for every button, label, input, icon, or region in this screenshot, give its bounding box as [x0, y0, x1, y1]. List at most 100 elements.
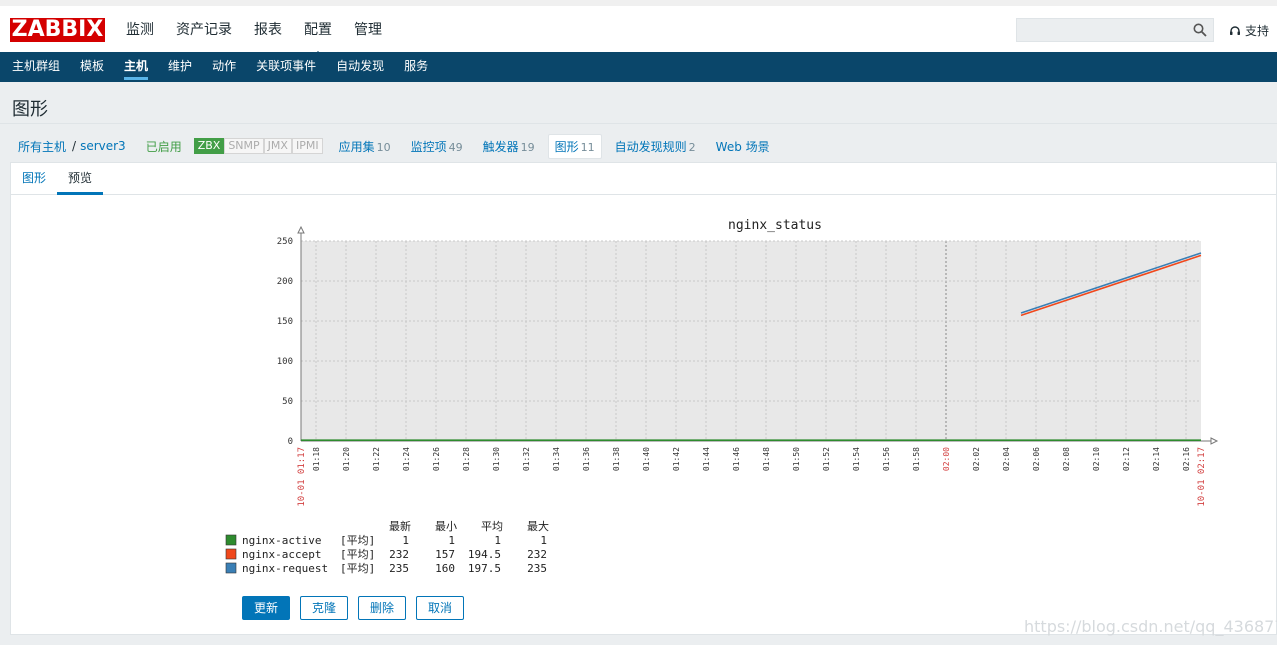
y-tick-label: 0	[288, 437, 293, 447]
delete-button[interactable]: 删除	[358, 596, 407, 620]
menu-configuration[interactable]: 配置	[296, 16, 340, 58]
legend-value: 232	[389, 548, 409, 561]
x-tick-label: 01:30	[492, 447, 501, 471]
host-applications[interactable]: 应用集 10	[339, 138, 391, 155]
tab-bar: 图形 预览	[11, 163, 1277, 195]
submenu-discovery[interactable]: 自动发现	[326, 52, 394, 80]
menu-inventory[interactable]: 资产记录	[168, 16, 240, 44]
support-label: 支持	[1245, 24, 1270, 38]
sub-menu: 主机群组 模板 主机 维护 动作 关联项事件 自动发现 服务	[0, 52, 1277, 80]
submenu-hosts[interactable]: 主机	[114, 52, 158, 80]
legend-value: 157	[435, 548, 455, 561]
host-status[interactable]: 已启用	[146, 138, 182, 155]
submenu-templates[interactable]: 模板	[70, 52, 114, 80]
update-button[interactable]: 更新	[242, 596, 291, 620]
menu-reports[interactable]: 报表	[246, 16, 290, 44]
legend-value: 1	[494, 534, 501, 547]
legend-value: 160	[435, 562, 455, 575]
chart-title: nginx_status	[728, 218, 822, 233]
x-tick-label: 01:28	[462, 447, 471, 471]
content-panel: 图形 预览 nginx_status 01:18 01:20 01:22 01:24 01…	[10, 162, 1277, 635]
y-axis-arrow	[297, 225, 305, 234]
host-web-scenarios[interactable]: Web 场景	[716, 138, 772, 155]
badge-jmx: JMX	[263, 138, 292, 154]
clone-button[interactable]: 克隆	[300, 596, 349, 620]
host-discovery-rules[interactable]: 自动发现规则 2	[615, 138, 696, 155]
x-end-label: 10-01 02:17	[1197, 447, 1207, 507]
legend-func: [平均]	[340, 548, 375, 561]
x-tick-label: 01:22	[372, 447, 381, 471]
availability-badges: ZBX SNMP JMX IPMI	[193, 138, 323, 154]
graph-preview: nginx_status 01:18 01:20 01:22 01:24 01:26 01:…	[225, 218, 1219, 575]
submenu-correlation[interactable]: 关联项事件	[246, 52, 326, 80]
x-tick-label: 01:42	[672, 447, 681, 471]
x-tick-label: 01:32	[522, 447, 531, 471]
legend-value: 194.5	[468, 548, 501, 561]
legend-swatch	[225, 548, 237, 560]
zabbix-logo[interactable]: ZABBIX	[10, 18, 105, 42]
host-graphs[interactable]: 图形 11	[547, 133, 602, 159]
search-icon[interactable]	[1193, 23, 1207, 37]
legend-value: 197.5	[468, 562, 501, 575]
x-start-label: 10-01 01:17	[297, 447, 307, 507]
legend-value: 1	[448, 534, 455, 547]
legend-value: 235	[389, 562, 409, 575]
legend-name: nginx-active	[242, 534, 321, 547]
legend-header: 最小	[435, 520, 457, 533]
search-input[interactable]	[1017, 19, 1189, 41]
legend-swatch	[225, 562, 237, 574]
x-tick-label: 02:04	[1002, 447, 1011, 471]
legend-value: 232	[527, 548, 547, 561]
menu-monitoring[interactable]: 监测	[118, 16, 162, 44]
host-items[interactable]: 监控项 49	[411, 138, 463, 155]
x-tick-label: 01:40	[642, 447, 651, 471]
x-tick-label: 01:36	[582, 447, 591, 471]
legend-func: [平均]	[340, 562, 375, 575]
x-tick-label: 02:02	[972, 447, 981, 471]
submenu-host-groups[interactable]: 主机群组	[2, 52, 70, 80]
legend-header: 最大	[527, 519, 549, 533]
x-tick-label: 01:52	[822, 447, 831, 471]
legend-header: 平均	[481, 520, 503, 533]
badge-ipmi: IPMI	[291, 138, 323, 154]
sub-navigation: 主机群组 模板 主机 维护 动作 关联项事件 自动发现 服务	[0, 52, 1277, 82]
x-tick-label: 01:38	[612, 447, 621, 471]
search-box	[1016, 18, 1214, 42]
legend-name: nginx-accept	[242, 548, 321, 561]
title-divider	[0, 123, 1277, 124]
legend-value: 1	[540, 534, 547, 547]
x-tick-label: 01:50	[792, 447, 801, 471]
support-link[interactable]: 支持	[1229, 22, 1269, 39]
menu-administration[interactable]: 管理	[346, 16, 390, 44]
x-tick-label: 01:26	[432, 447, 441, 471]
breadcrumb-all-hosts[interactable]: 所有主机	[18, 138, 66, 155]
x-tick-label: 02:00	[942, 447, 951, 471]
x-tick-label: 01:34	[552, 447, 561, 471]
submenu-actions[interactable]: 动作	[202, 52, 246, 80]
legend-value: 235	[527, 562, 547, 575]
breadcrumb-host[interactable]: server3	[80, 139, 126, 153]
x-tick-label: 01:56	[882, 447, 891, 471]
y-tick-label: 200	[277, 277, 293, 287]
cancel-button[interactable]: 取消	[416, 596, 465, 620]
headset-icon	[1230, 25, 1240, 35]
x-tick-label: 02:12	[1122, 447, 1131, 471]
x-tick-label: 01:48	[762, 447, 771, 471]
x-tick-label: 01:54	[852, 447, 861, 471]
x-tick-label: 01:24	[402, 447, 411, 471]
x-tick-label: 01:18	[312, 447, 321, 471]
legend-header: 最新	[389, 519, 411, 533]
x-axis-arrow	[1210, 437, 1219, 445]
badge-zbx: ZBX	[193, 138, 225, 154]
host-triggers[interactable]: 触发器 19	[483, 138, 535, 155]
y-tick-label: 250	[277, 237, 293, 247]
y-tick-label: 50	[282, 397, 293, 407]
tab-graph[interactable]: 图形	[11, 163, 57, 194]
form-buttons: 更新 克隆 删除 取消	[242, 596, 474, 620]
tab-preview[interactable]: 预览	[57, 163, 104, 195]
submenu-maintenance[interactable]: 维护	[158, 52, 202, 80]
x-tick-label: 02:10	[1092, 447, 1101, 471]
top-navigation: ZABBIX 监测 资产记录 报表 配置 管理 支持	[0, 0, 1277, 58]
badge-snmp: SNMP	[224, 138, 264, 154]
submenu-services[interactable]: 服务	[394, 52, 438, 80]
